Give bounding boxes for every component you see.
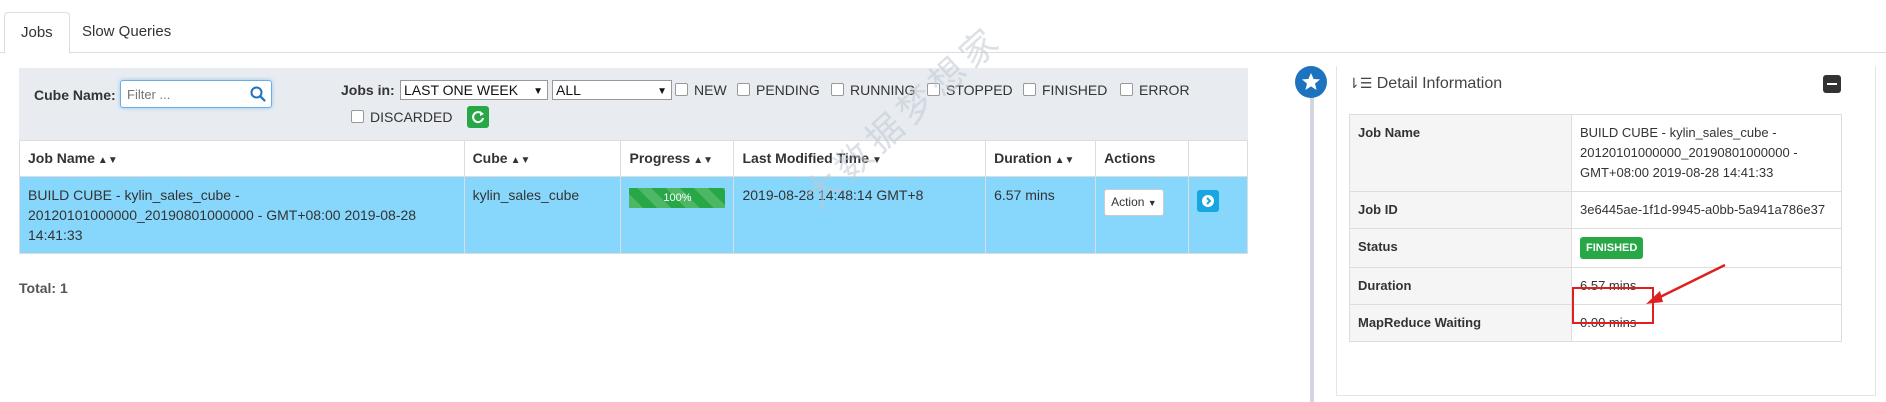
filter-bar: Cube Name: Jobs in: LAST ONE WEEK ▼ ALL … — [19, 68, 1248, 140]
detail-row: Job ID 3e6445ae-1f1d-9945-a0bb-5a941a786… — [1349, 191, 1842, 229]
table-header-row: Job Name ▲▼ Cube ▲▼ Progress ▲▼ Last Modifi… — [19, 140, 1248, 177]
detail-key: Job Name — [1349, 114, 1572, 192]
checkbox-running[interactable] — [831, 83, 844, 96]
chevron-right-circle-icon — [1202, 195, 1214, 207]
sort-icon: ▲▼ — [97, 155, 118, 166]
detail-key: Status — [1349, 228, 1572, 268]
cell-progress: 100% — [620, 176, 735, 254]
dropdown-arrow-icon: ▼ — [533, 86, 543, 97]
caret-down-icon: ▼ — [1147, 198, 1157, 208]
checkbox-new[interactable] — [675, 83, 688, 96]
sort-icon: ▲▼ — [693, 155, 713, 166]
detail-value: 3e6445ae-1f1d-9945-a0bb-5a941a786e37 — [1571, 191, 1842, 229]
detail-key: MapReduce Waiting — [1349, 304, 1572, 342]
timeline-line — [1310, 90, 1314, 402]
dropdown-arrow-icon: ▼ — [657, 86, 667, 97]
column-header-job-name[interactable]: Job Name ▲▼ — [19, 140, 465, 177]
detail-row: Job Name BUILD CUBE - kylin_sales_cube -… — [1349, 114, 1842, 192]
action-dropdown-button[interactable]: Action ▼ — [1104, 189, 1164, 216]
annotation-arrow-icon — [1646, 263, 1726, 304]
refresh-icon — [472, 111, 484, 124]
column-header-cube[interactable]: Cube ▲▼ — [463, 140, 622, 177]
column-header-progress[interactable]: Progress ▲▼ — [620, 140, 735, 177]
time-range-value: LAST ONE WEEK — [404, 82, 519, 98]
checkbox-discarded[interactable] — [351, 110, 364, 123]
tab-jobs[interactable]: Jobs — [4, 12, 70, 54]
cell-details — [1188, 176, 1248, 254]
project-value: ALL — [556, 82, 581, 98]
cell-last-modified: 2019-08-28 14:48:14 GMT+8 — [733, 176, 987, 254]
checkbox-discarded-label: DISCARDED — [370, 109, 453, 125]
cell-cube: kylin_sales_cube — [463, 176, 622, 254]
column-header-duration[interactable]: Duration ▲▼ — [985, 140, 1097, 177]
column-header-actions: Actions — [1095, 140, 1189, 177]
detail-header: ⇂☰ Detail Information — [1348, 75, 1502, 93]
sort-icon: ▲▼ — [510, 155, 531, 166]
refresh-button[interactable] — [467, 106, 489, 128]
cube-name-input[interactable] — [121, 81, 241, 107]
sort-amount-icon: ⇂☰ — [1348, 75, 1373, 91]
checkbox-error[interactable] — [1120, 83, 1133, 96]
column-header-details — [1188, 140, 1248, 177]
cell-duration: 6.57 mins — [985, 176, 1097, 254]
sort-icon: ▲▼ — [1054, 155, 1075, 166]
tab-slow-queries[interactable]: Slow Queries — [66, 12, 187, 53]
detail-value: BUILD CUBE - kylin_sales_cube - 20120101… — [1571, 114, 1842, 192]
cube-name-search[interactable] — [120, 80, 272, 108]
checkbox-error-label: ERROR — [1139, 82, 1190, 98]
cell-job-name: BUILD CUBE - kylin_sales_cube - 20120101… — [19, 176, 465, 254]
jobs-in-label: Jobs in: — [341, 82, 395, 98]
progress-bar: 100% — [629, 188, 726, 208]
detail-key: Job ID — [1349, 191, 1572, 229]
detail-row: Status FINISHED — [1349, 228, 1842, 268]
collapse-button[interactable] — [1823, 75, 1841, 93]
timeline-star-badge — [1295, 66, 1327, 98]
jobs-table: Job Name ▲▼ Cube ▲▼ Progress ▲▼ Last Modifi… — [19, 140, 1248, 254]
project-select[interactable]: ALL ▼ — [552, 80, 672, 100]
total-count: Total: 1 — [19, 280, 68, 296]
detail-key: Duration — [1349, 267, 1572, 305]
cell-actions: Action ▼ — [1095, 176, 1189, 254]
checkbox-new-label: NEW — [694, 82, 727, 98]
checkbox-pending[interactable] — [737, 83, 750, 96]
checkbox-pending-label: PENDING — [756, 82, 820, 98]
checkbox-finished-label: FINISHED — [1042, 82, 1108, 98]
status-badge: FINISHED — [1580, 237, 1644, 259]
search-icon[interactable] — [250, 86, 266, 102]
view-details-button[interactable] — [1197, 190, 1219, 212]
table-row[interactable]: BUILD CUBE - kylin_sales_cube - 20120101… — [19, 176, 1248, 254]
detail-title: Detail Information — [1376, 75, 1503, 92]
checkbox-finished[interactable] — [1023, 83, 1036, 96]
cube-name-label: Cube Name: — [34, 87, 116, 103]
time-range-select[interactable]: LAST ONE WEEK ▼ — [400, 80, 548, 100]
star-icon — [1302, 73, 1320, 90]
